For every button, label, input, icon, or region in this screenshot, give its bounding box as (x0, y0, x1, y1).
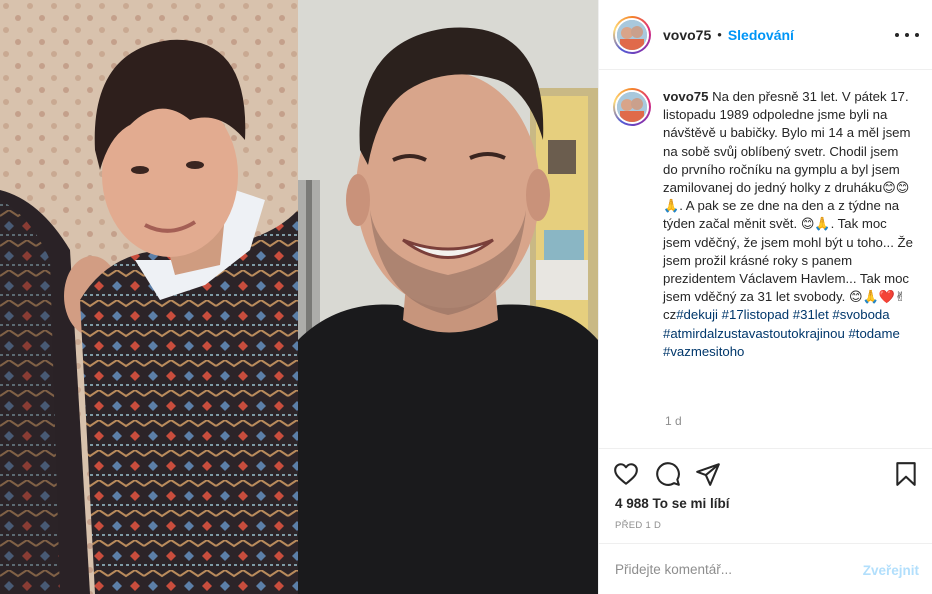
paper-plane-icon[interactable] (695, 461, 721, 487)
action-bar (599, 448, 932, 498)
hashtag-link[interactable]: #31let (793, 307, 829, 322)
comment-icon-svg (656, 462, 680, 486)
heart-icon[interactable] (613, 461, 639, 487)
photo-2020 (298, 0, 598, 594)
photo-2020-image (298, 0, 598, 594)
caption-username[interactable]: vovo75 (663, 89, 708, 104)
hashtag-link[interactable]: #svoboda (832, 307, 889, 322)
comment-icon[interactable] (655, 461, 681, 487)
add-comment-bar: Zveřejnit (599, 543, 932, 594)
more-dot (895, 33, 899, 37)
emoji: ❤️ (878, 289, 895, 305)
heart-icon-svg (614, 463, 638, 485)
caption-text-segment: Na den přesně 31 let. V pátek 17. listop… (663, 89, 911, 196)
author-avatar[interactable] (613, 15, 651, 54)
more-dot (905, 33, 909, 37)
bookmark-icon-svg (896, 462, 916, 486)
emoji: 🙏 (663, 198, 680, 214)
post-date[interactable]: před 1 d (615, 520, 661, 531)
like-count[interactable]: 4 988 To se mi líbí (615, 496, 730, 511)
post-header: vovo75 • Sledování (599, 0, 932, 70)
post-comment-button[interactable]: Zveřejnit (863, 563, 919, 578)
more-options-icon[interactable] (895, 24, 919, 46)
caption-segments: Na den přesně 31 let. V pátek 17. listop… (663, 89, 913, 359)
emoji: 😊 (895, 180, 910, 196)
emoji: 😊 (882, 180, 896, 196)
caption-avatar[interactable] (613, 88, 651, 126)
caption-comment: vovo75 Na den přesně 31 let. V pátek 17.… (613, 88, 919, 361)
caption-timestamp[interactable]: 1 d (665, 414, 682, 428)
photo-1989 (0, 0, 298, 594)
emoji: ✌ (894, 289, 906, 305)
caption-text-segment: cz (663, 307, 677, 323)
bookmark-icon[interactable] (893, 461, 919, 487)
emoji: 😊 (800, 216, 815, 232)
emoji: 🙏 (814, 216, 831, 232)
avatar-picture (617, 19, 647, 50)
hashtag-link[interactable]: #vazmesitoho (663, 344, 744, 359)
emoji: 🙏 (862, 289, 879, 305)
author-username[interactable]: vovo75 (663, 27, 711, 43)
post-media[interactable] (0, 0, 598, 594)
hashtag-link[interactable]: #todame (848, 326, 899, 341)
hashtag-link[interactable]: #atmirdalzustavastoutokrajinou (663, 326, 845, 341)
paper-plane-icon-svg (696, 463, 720, 486)
photo-1989-image (0, 0, 298, 594)
hashtag-link[interactable]: #dekuji (676, 307, 718, 322)
caption-text: vovo75 Na den přesně 31 let. V pátek 17.… (663, 88, 913, 361)
emoji: 😊 (848, 289, 863, 305)
avatar-image (615, 17, 649, 52)
hashtag-link[interactable]: #17listopad (722, 307, 789, 322)
follow-button[interactable]: Sledování (728, 27, 794, 43)
more-dot (915, 33, 919, 37)
comment-input[interactable] (615, 558, 845, 580)
separator-dot: • (717, 27, 722, 42)
avatar-image (615, 90, 649, 124)
avatar-picture (617, 92, 647, 122)
post-sidebar: vovo75 • Sledování vovo75 Na den přesně … (598, 0, 932, 594)
